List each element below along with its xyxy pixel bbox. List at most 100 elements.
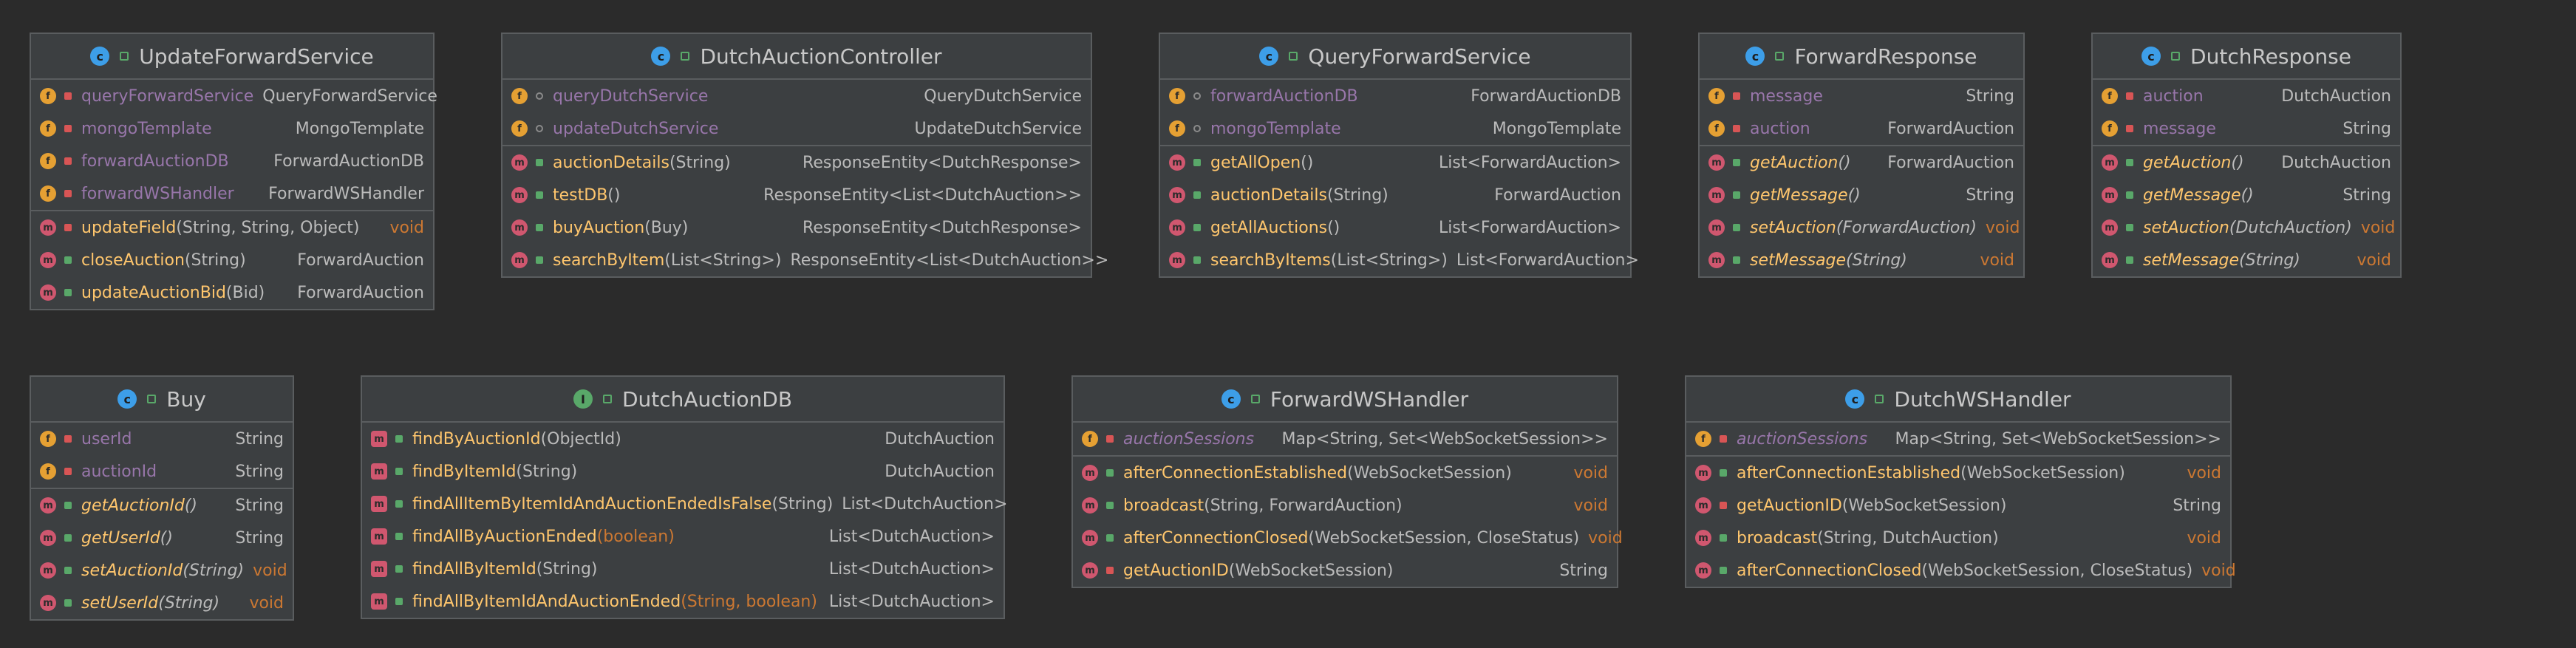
field-row[interactable]: f auction ForwardAuction [1700,112,2023,145]
field-row[interactable]: f updateDutchService UpdateDutchService [502,112,1091,145]
method-row[interactable]: m getUserId() String [31,522,293,554]
field-row[interactable]: f queryForwardService QueryForwardService [31,80,437,112]
method-row[interactable]: m getAllAuctions() List<ForwardAuction> [1160,211,1630,244]
method-row[interactable]: m getAuctionID(WebSocketSession) String [1073,554,1617,587]
method-row[interactable]: m getMessage() String [1700,179,2023,211]
public-visibility-icon [1289,52,1298,61]
method-return-type: void [2360,218,2396,237]
method-row[interactable]: m afterConnectionEstablished(WebSocketSes… [1073,457,1617,489]
public-lock-icon [1104,534,1116,542]
class-box-dutch-response[interactable]: c DutchResponse f auction DutchAuction f messa… [2091,33,2402,278]
field-row[interactable]: f auctionSessions Map<String, Set<WebSocke… [1073,423,1617,455]
method-row[interactable]: m afterConnectionClosed(WebSocketSession,… [1686,554,2236,587]
field-row[interactable]: f message String [2093,112,2400,145]
method-icon: m [511,154,528,171]
method-icon: m [1695,465,1711,481]
field-row[interactable]: f forwardWSHandler ForwardWSHandler [31,177,433,210]
class-header: c DutchWSHandler [1686,377,2230,423]
field-row[interactable]: f auctionSessions Map<String, Set<WebSocke… [1686,423,2230,455]
fields-section: f forwardAuctionDB ForwardAuctionDB f mongoT… [1160,80,1630,146]
method-row[interactable]: m getAuctionId() String [31,489,293,522]
public-lock-icon [1717,469,1729,477]
method-row[interactable]: m setAuctionId(String) void [31,554,293,587]
method-row[interactable]: m closeAuction(String) ForwardAuction [31,244,433,276]
package-visibility-icon [534,92,545,100]
field-name: auctionId [81,462,157,481]
method-row[interactable]: m getAuctionID(WebSocketSession) String [1686,489,2230,522]
method-row[interactable]: m getAuction() ForwardAuction [1700,146,2023,179]
method-return-type: void [2357,250,2391,270]
class-box-dutch-wshandler[interactable]: c DutchWSHandler f auctionSessions Map<Strin… [1685,375,2236,588]
public-lock-icon [2124,159,2136,166]
field-row[interactable]: f auctionId String [31,455,293,488]
field-row[interactable]: f userId String [31,423,293,455]
method-icon: m [1169,219,1185,236]
method-signature: getMessage() [2143,186,2334,205]
class-box-forward-response[interactable]: c ForwardResponse f message String f auction Fo… [1698,33,2025,278]
method-row[interactable]: m searchByItems(List<String>) List<Forward… [1160,244,1639,276]
field-row[interactable]: f forwardAuctionDB ForwardAuctionDB [1160,80,1630,112]
methods-section: m afterConnectionEstablished(WebSocketSes… [1686,457,2236,587]
method-row[interactable]: m findAllByItemIdAndAuctionEnded(String, … [362,585,1004,618]
field-type: MongoTemplate [1492,119,1621,138]
field-row[interactable]: f queryDutchService QueryDutchService [502,80,1091,112]
method-row[interactable]: m afterConnectionClosed(WebSocketSession,… [1073,522,1623,554]
field-name: mongoTemplate [81,119,212,138]
method-signature: getAuction() [1750,154,1878,172]
field-type: ForwardAuctionDB [273,151,424,171]
method-return-type: void [389,218,424,237]
method-args: () [1847,185,1861,205]
public-lock-icon [62,502,74,509]
method-row[interactable]: m findByAuctionId(ObjectId) DutchAuction [362,423,1004,455]
method-row[interactable]: m findAllByAuctionEnded(boolean) List<Dutc… [362,520,1004,553]
field-row[interactable]: f forwardAuctionDB ForwardAuctionDB [31,145,433,177]
class-icon: c [90,47,110,66]
method-row[interactable]: m auctionDetails(String) ForwardAuction [1160,179,1630,211]
method-icon: m [1169,252,1185,268]
class-box-dutch-auction-controller[interactable]: c DutchAuctionController f queryDutchServic… [501,33,1108,278]
method-row[interactable]: m getMessage() String [2093,179,2400,211]
method-name: findByAuctionId [412,429,541,449]
method-row[interactable]: m getAuction() DutchAuction [2093,146,2400,179]
method-row[interactable]: m findAllByItemId(String) List<DutchAuctio… [362,553,1004,585]
field-row[interactable]: f message String [1700,80,2023,112]
method-row[interactable]: m setAuction(DutchAuction) void [2093,211,2400,244]
method-row[interactable]: m setMessage(String) void [2093,244,2400,276]
class-box-forward-wshandler[interactable]: c ForwardWSHandler f auctionSessions Map<Str… [1071,375,1623,588]
public-lock-icon [393,468,405,475]
method-row[interactable]: m broadcast(String, DutchAuction) void [1686,522,2230,554]
method-row[interactable]: m afterConnectionEstablished(WebSocketSes… [1686,457,2230,489]
field-row[interactable]: f auction DutchAuction [2093,80,2400,112]
method-icon: m [2102,252,2118,268]
method-row[interactable]: m testDB() ResponseEntity<List<DutchAuctio… [502,179,1091,211]
method-row[interactable]: m updateField(String, String, Object) void [31,211,433,244]
method-row[interactable]: m searchByItem(List<String>) ResponseEntit… [502,244,1108,276]
method-row[interactable]: m updateAuctionBid(Bid) ForwardAuction [31,276,433,309]
class-box-dutch-auction-db[interactable]: I DutchAuctionDB m findByAuctionId(ObjectId… [361,375,1007,619]
method-args: (ForwardAuction) [1836,218,1977,237]
method-row[interactable]: m broadcast(String, ForwardAuction) void [1073,489,1617,522]
method-icon: m [1708,219,1725,236]
public-lock-icon [1717,534,1729,542]
method-row[interactable]: m findAllItemByItemIdAndAuctionEndedIsFal… [362,488,1007,520]
methods-section: m auctionDetails(String) ResponseEntity<Du… [502,146,1108,276]
class-header: I DutchAuctionDB [362,377,1004,423]
method-row[interactable]: m getAllOpen() List<ForwardAuction> [1160,146,1630,179]
field-name: forwardAuctionDB [1210,86,1358,106]
method-row[interactable]: m buyAuction(Buy) ResponseEntity<DutchResp… [502,211,1091,244]
class-box-buy[interactable]: c Buy f userId String f auctionId String m getAuc… [30,375,294,621]
method-row[interactable]: m auctionDetails(String) ResponseEntity<Du… [502,146,1091,179]
method-row[interactable]: m setUserId(String) void [31,587,293,619]
public-lock-icon [1191,224,1203,231]
field-row[interactable]: f mongoTemplate MongoTemplate [1160,112,1630,145]
method-row[interactable]: m setMessage(String) void [1700,244,2023,276]
method-row[interactable]: m setAuction(ForwardAuction) void [1700,211,2023,244]
method-args: (WebSocketSession) [1347,463,1512,482]
class-box-update-forward-service[interactable]: c UpdateForwardService f queryForwardServic… [30,33,437,310]
method-row[interactable]: m findByItemId(String) DutchAuction [362,455,1004,488]
private-lock-icon [2124,92,2136,100]
class-box-query-forward-service[interactable]: c QueryForwardService f forwardAuctionDB For… [1159,33,1639,278]
field-row[interactable]: f mongoTemplate MongoTemplate [31,112,433,145]
private-lock-icon [2124,125,2136,132]
class-name: DutchResponse [2190,44,2351,69]
